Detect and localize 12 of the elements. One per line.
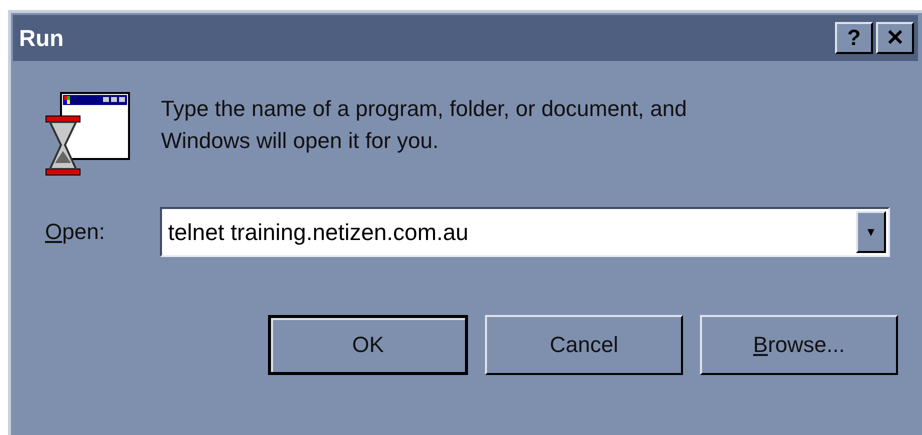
open-combo-field[interactable]: telnet training.netizen.com.au ▼ bbox=[160, 207, 890, 257]
open-label: Open: bbox=[45, 219, 106, 245]
dialog-button[interactable]: Cancel bbox=[485, 315, 683, 375]
message-text: Windows will open it for you. bbox=[161, 127, 440, 155]
message-text: Type the name of a program, folder, or document, and bbox=[161, 95, 687, 123]
close-button[interactable]: ✕ bbox=[876, 22, 914, 54]
dialog-button[interactable]: OK bbox=[268, 315, 468, 375]
hourglass-window-icon bbox=[45, 91, 131, 177]
help-button[interactable]: ? bbox=[835, 22, 873, 54]
dropdown-button[interactable]: ▼ bbox=[856, 211, 886, 253]
window-title: Run bbox=[19, 24, 65, 52]
dialog-button[interactable]: Browse... bbox=[700, 315, 898, 375]
